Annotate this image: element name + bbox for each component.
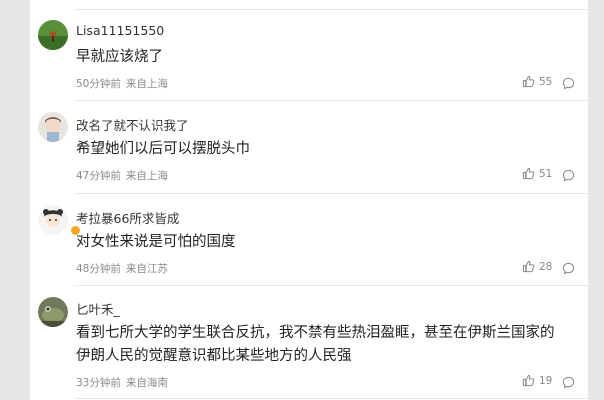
timestamp: 50分钟前 xyxy=(76,78,121,90)
comment-text: 看到七所大学的学生联合反抗，我不禁有些热泪盈眶，甚至在伊斯兰国家的 伊朗人民的觉… xyxy=(76,322,581,368)
comment-meta: 50分钟前 来自上海 xyxy=(76,76,168,91)
comment-meta: 33分钟前 来自海南 xyxy=(76,375,168,390)
username[interactable]: 匕叶禾_ xyxy=(76,299,120,318)
girl-avatar-icon xyxy=(38,112,68,142)
comment-text: 希望她们以后可以摆脱头巾 xyxy=(76,141,250,157)
location: 来自上海 xyxy=(125,170,168,182)
like-count: 19 xyxy=(539,374,553,387)
like-count: 55 xyxy=(539,75,553,88)
comment-text-line: 伊朗人民的觉醒意识都比某些地方的人民强 xyxy=(76,348,352,364)
comment-meta: 48分钟前 来自江苏 xyxy=(76,261,168,276)
avatar[interactable] xyxy=(38,297,68,327)
like-count: 51 xyxy=(539,167,553,180)
comment-text: 对女性来说是可怕的国度 xyxy=(76,234,236,250)
comment-meta: 47分钟前 来自上海 xyxy=(76,168,168,183)
reply-button[interactable] xyxy=(562,260,575,279)
divider xyxy=(74,100,588,101)
comment-list: Lisa11151550 早就应该烧了 50分钟前 来自上海 55 改名了就不认识… xyxy=(30,0,588,400)
thumbs-up-icon xyxy=(522,75,535,88)
location: 来自海南 xyxy=(125,377,168,389)
avatar[interactable] xyxy=(38,112,68,142)
green-field-avatar-icon xyxy=(38,20,68,50)
location: 来自上海 xyxy=(125,78,168,90)
username[interactable]: Lisa11151550 xyxy=(76,23,164,38)
like-count: 28 xyxy=(539,260,553,273)
divider xyxy=(74,398,588,399)
avatar[interactable] xyxy=(38,205,81,236)
thumbs-up-icon xyxy=(522,260,535,273)
frog-avatar-icon xyxy=(38,297,68,327)
comment-text: 早就应该烧了 xyxy=(76,49,163,65)
like-button[interactable]: 55 xyxy=(522,75,552,88)
like-button[interactable]: 19 xyxy=(522,374,552,387)
comment-bubble-icon xyxy=(562,376,575,389)
thumbs-up-icon xyxy=(522,374,535,387)
reply-button[interactable] xyxy=(562,75,575,94)
divider xyxy=(74,9,588,10)
divider xyxy=(74,285,588,286)
location: 来自江苏 xyxy=(125,263,168,275)
timestamp: 48分钟前 xyxy=(76,263,121,275)
timestamp: 47分钟前 xyxy=(76,170,121,182)
timestamp: 33分钟前 xyxy=(76,377,121,389)
cartoon-girl-avatar-icon xyxy=(38,205,68,235)
username[interactable]: 考拉暴66所求皆成 xyxy=(76,208,179,227)
comment-text-line: 看到七所大学的学生联合反抗，我不禁有些热泪盈眶，甚至在伊斯兰国家的 xyxy=(76,325,555,341)
avatar[interactable] xyxy=(38,20,68,50)
username[interactable]: 改名了就不认识我了 xyxy=(76,115,189,134)
reply-button[interactable] xyxy=(562,374,575,393)
like-button[interactable]: 51 xyxy=(522,167,552,180)
thumbs-up-icon xyxy=(522,167,535,180)
reply-button[interactable] xyxy=(562,167,575,186)
divider xyxy=(74,193,588,194)
comment-bubble-icon xyxy=(562,262,575,275)
comment-bubble-icon xyxy=(562,169,575,182)
like-button[interactable]: 28 xyxy=(522,260,552,273)
comment-bubble-icon xyxy=(562,77,575,90)
